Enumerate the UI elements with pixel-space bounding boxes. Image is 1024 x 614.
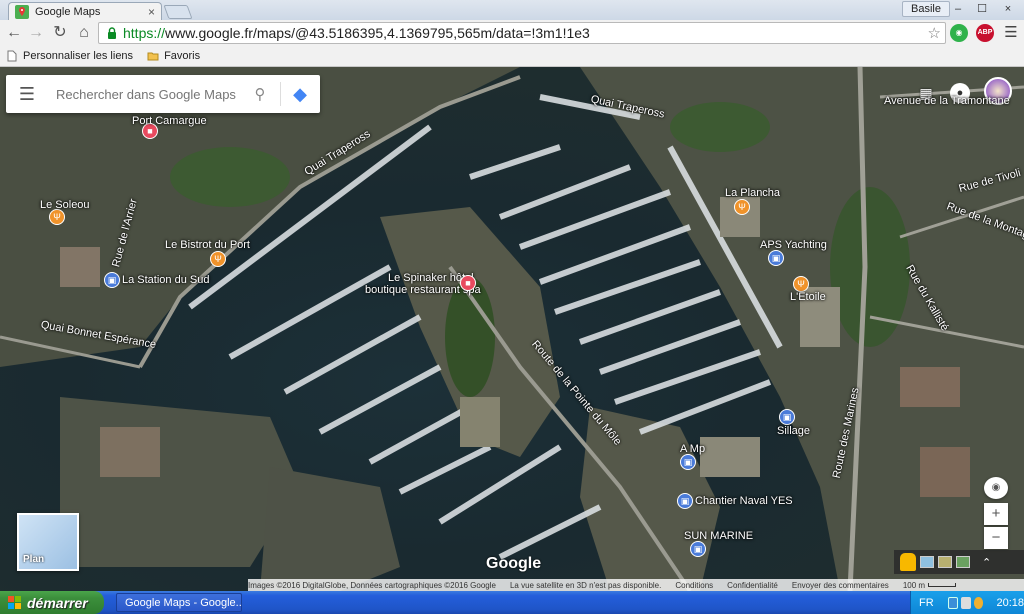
hotel-pin-icon[interactable]: ■ (460, 275, 476, 291)
shop-pin-icon[interactable]: ▣ (690, 541, 706, 557)
layer-thumbnail[interactable] (938, 556, 952, 568)
terms-link[interactable]: Conditions (675, 581, 713, 590)
imagery-layer-bar: ⌃ (894, 550, 1024, 574)
lock-icon (108, 27, 116, 39)
language-indicator[interactable]: FR (919, 597, 934, 609)
home-icon[interactable]: ⌂ (74, 23, 94, 43)
label-l-etoile[interactable]: L'Etoile (790, 291, 826, 303)
imagery-credit: Images ©2016 DigitalGlobe, Données carto… (248, 580, 496, 590)
feedback-link[interactable]: Envoyer des commentaires (792, 581, 889, 590)
scale-bar (928, 583, 957, 587)
gas-station-pin-icon[interactable]: ▣ (104, 272, 120, 288)
tab-title: Google Maps (35, 5, 101, 18)
bookmark-label: Favoris (164, 50, 201, 62)
zoom-out-button[interactable]: − (984, 527, 1008, 549)
scale-label: 100 m (902, 580, 926, 590)
maximize-button[interactable]: ☐ (968, 1, 996, 17)
label-chantier-naval-yes[interactable]: Chantier Naval YES (695, 495, 793, 507)
pegman-street-view-icon[interactable] (900, 553, 916, 571)
new-tab-button[interactable] (163, 5, 193, 19)
satellite-map[interactable]: ☰ ⚲ ◆ ▦ ● ■ Port Camargue Ψ Le Soleou Ψ … (0, 67, 1024, 591)
volume-icon[interactable] (960, 596, 971, 609)
windows-logo-icon (8, 595, 21, 609)
label-la-station-du-sud[interactable]: La Station du Sud (122, 274, 209, 286)
bookmark-label: Personnaliser les liens (23, 50, 134, 62)
windows-taskbar: démarrer Google Maps - Google... FR 20:1… (0, 591, 1024, 614)
hamburger-menu-icon[interactable]: ☰ (6, 84, 48, 105)
privacy-link[interactable]: Confidentialité (727, 581, 778, 590)
taskbar-item-chrome[interactable]: Google Maps - Google... (116, 593, 242, 612)
back-arrow-icon[interactable]: ← (4, 23, 24, 43)
bookmark-star-icon[interactable]: ☆ (928, 24, 941, 42)
bookmark-personnaliser[interactable]: Personnaliser les liens (6, 50, 133, 62)
directions-icon[interactable]: ◆ (287, 81, 313, 107)
label-aps-yachting[interactable]: APS Yachting (760, 239, 827, 251)
map-footer: Images ©2016 DigitalGlobe, Données carto… (248, 579, 1024, 591)
search-icon[interactable]: ⚲ (246, 85, 274, 103)
address-bar[interactable]: https:// www.google.fr/maps/@43.5186395,… (98, 22, 946, 44)
label-port-camargue[interactable]: Port Camargue (132, 115, 207, 127)
system-tray: FR 20:18 (910, 591, 1024, 614)
browser-toolbar: ← → ↻ ⌂ https:// www.google.fr/maps/@43.… (0, 20, 1024, 46)
layer-thumbnail[interactable] (920, 556, 934, 568)
label-sun-marine[interactable]: SUN MARINE (684, 530, 753, 542)
plan-label: Plan (23, 554, 45, 565)
shop-pin-icon[interactable]: ▣ (680, 454, 696, 470)
google-maps-favicon-icon (15, 4, 29, 19)
url-scheme: https:// (123, 25, 166, 41)
page-icon (7, 50, 17, 62)
restaurant-pin-icon[interactable]: Ψ (793, 276, 809, 292)
my-location-icon[interactable]: ◉ (984, 477, 1008, 499)
zoom-in-button[interactable]: + (984, 503, 1008, 525)
restaurant-pin-icon[interactable]: Ψ (734, 199, 750, 215)
satellite-imagery (0, 67, 1024, 591)
clock[interactable]: 20:18 (996, 597, 1024, 609)
ghostery-extension-icon[interactable]: ◉ (950, 24, 968, 42)
3d-notice: La vue satellite en 3D n'est pas disponi… (509, 580, 662, 590)
shop-pin-icon[interactable]: ▣ (768, 250, 784, 266)
start-label: démarrer (27, 594, 88, 611)
label-sillage[interactable]: Sillage (777, 425, 810, 437)
label-le-soleou[interactable]: Le Soleou (40, 199, 90, 211)
label-a-mp[interactable]: A Mp (680, 443, 705, 455)
scale-indicator[interactable]: 100 m (903, 581, 970, 590)
label-le-bistrot-du-port[interactable]: Le Bistrot du Port (165, 239, 250, 251)
folder-icon (147, 52, 159, 61)
taskbar-item-title: Google Maps - Google... (125, 596, 242, 609)
profile-name-badge[interactable]: Basile (902, 1, 950, 17)
layer-thumbnail[interactable] (956, 556, 970, 568)
browser-menu-icon[interactable]: ☰ (1002, 23, 1020, 43)
label-avenue-tramontane: Avenue de la Tramontane (884, 95, 1010, 107)
shop-pin-icon[interactable]: ▣ (677, 493, 693, 509)
close-window-button[interactable]: × (994, 1, 1022, 17)
bookmark-favoris[interactable]: Favoris (147, 50, 200, 62)
forward-arrow-icon[interactable]: → (26, 23, 46, 43)
bookmarks-bar: Personnaliser les liens Favoris (0, 46, 1024, 67)
start-button[interactable]: démarrer (0, 591, 104, 614)
map-type-toggle-plan[interactable]: Plan (17, 513, 79, 571)
restaurant-pin-icon[interactable]: Ψ (49, 209, 65, 225)
url-text: www.google.fr/maps/@43.5186395,4.1369795… (165, 25, 590, 41)
tab-google-maps[interactable]: Google Maps × (8, 2, 162, 20)
search-divider (280, 82, 281, 106)
maps-search-box: ☰ ⚲ ◆ (6, 75, 320, 113)
bluetooth-icon[interactable] (947, 596, 958, 609)
shop-pin-icon[interactable]: ▣ (779, 409, 795, 425)
adblock-plus-icon[interactable]: ABP (976, 24, 994, 42)
search-input[interactable] (56, 86, 246, 102)
restaurant-pin-icon[interactable]: Ψ (210, 251, 226, 267)
tab-close-icon[interactable]: × (148, 5, 155, 19)
reload-icon[interactable]: ↻ (50, 23, 70, 43)
expand-chevron-icon[interactable]: ⌃ (982, 556, 991, 569)
security-icon[interactable] (973, 596, 984, 609)
label-la-plancha[interactable]: La Plancha (725, 187, 780, 199)
google-logo: Google (486, 555, 542, 572)
browser-titlebar: Google Maps × Basile – ☐ × (0, 0, 1024, 20)
